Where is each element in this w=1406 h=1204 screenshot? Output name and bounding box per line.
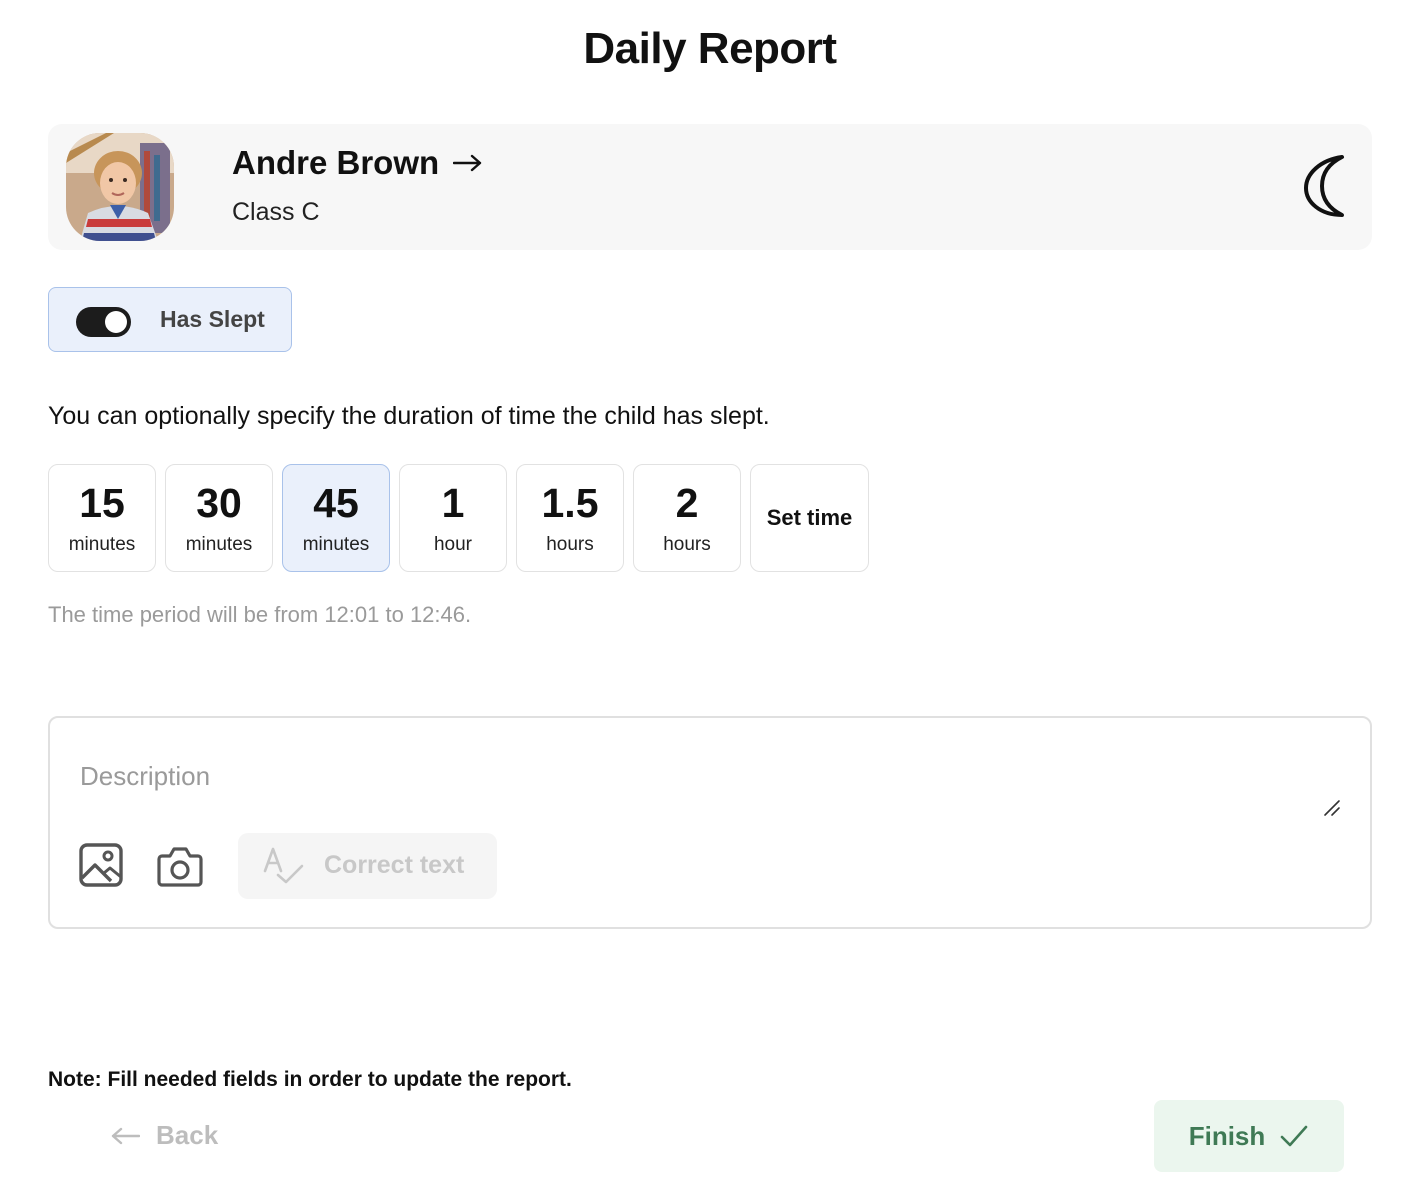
toggle-switch[interactable] (76, 307, 131, 337)
duration-option-15-minutes[interactable]: 15 minutes (48, 464, 156, 572)
duration-unit: hour (433, 534, 473, 555)
description-input[interactable] (80, 756, 1280, 796)
duration-option-2-hours[interactable]: 2 hours (633, 464, 741, 572)
spellcheck-icon (263, 847, 304, 884)
duration-value: 1 (441, 480, 465, 526)
duration-unit: minutes (302, 534, 370, 555)
child-name: Andre Brown (232, 144, 440, 181)
duration-option-1-5-hours[interactable]: 1.5 hours (516, 464, 624, 572)
arrow-right-icon (453, 154, 482, 172)
time-period-text: The time period will be from 12:01 to 12… (48, 602, 472, 627)
gallery-icon[interactable] (78, 842, 124, 888)
finish-button[interactable]: Finish (1154, 1100, 1344, 1172)
duration-option-30-minutes[interactable]: 30 minutes (165, 464, 273, 572)
child-photo (66, 133, 174, 241)
duration-hint: You can optionally specify the duration … (48, 402, 770, 430)
duration-unit: hours (663, 534, 711, 555)
toggle-knob (105, 311, 127, 333)
duration-value: 45 (313, 480, 359, 526)
avatar (66, 133, 174, 241)
correct-text-label: Correct text (324, 851, 465, 879)
duration-value: 15 (79, 480, 125, 526)
duration-unit: minutes (68, 534, 136, 555)
resize-handle-icon[interactable] (1322, 798, 1342, 818)
finish-label: Finish (1188, 1120, 1266, 1151)
page-title: Daily Report (583, 24, 837, 73)
correct-text-button[interactable]: Correct text (238, 833, 497, 899)
toggle-label: Has Slept (160, 306, 265, 332)
duration-value: 30 (196, 480, 242, 526)
moon-icon (1304, 155, 1344, 217)
back-label: Back (156, 1120, 219, 1150)
back-button[interactable]: Back (110, 1120, 218, 1151)
child-card: Andre Brown Class C (48, 124, 1372, 250)
duration-options: 15 minutes 30 minutes 45 minutes 1 hour … (48, 464, 869, 572)
duration-unit: minutes (185, 534, 253, 555)
description-box: Correct text (48, 716, 1372, 929)
form-note: Note: Fill needed fields in order to upd… (48, 1068, 572, 1091)
child-name-link[interactable]: Andre Brown (232, 144, 483, 182)
duration-unit: hours (546, 534, 594, 555)
check-icon (1280, 1125, 1308, 1147)
arrow-left-icon (111, 1127, 140, 1144)
duration-option-1-hour[interactable]: 1 hour (399, 464, 507, 572)
camera-icon[interactable] (157, 842, 203, 888)
child-class: Class C (232, 198, 320, 226)
has-slept-toggle[interactable]: Has Slept (48, 287, 292, 352)
duration-value: 1.5 (541, 480, 599, 526)
duration-option-45-minutes[interactable]: 45 minutes (282, 464, 390, 572)
duration-value: 2 (675, 480, 699, 526)
set-time-button[interactable]: Set time (750, 464, 869, 572)
